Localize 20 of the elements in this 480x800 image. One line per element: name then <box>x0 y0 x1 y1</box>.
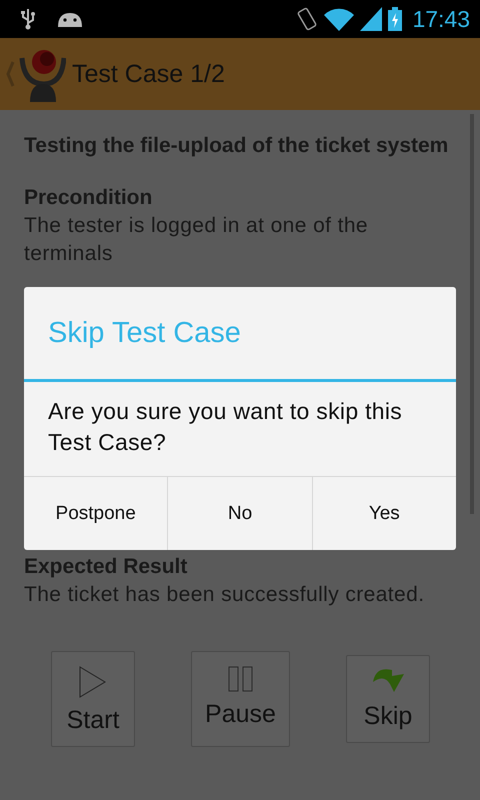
section-heading: Expected Result <box>24 554 188 580</box>
robot-icon <box>56 10 84 28</box>
section-text: The tester is logged in at one of the terminals <box>24 213 370 267</box>
screen-title: Test Case 1/2 <box>72 60 225 88</box>
pause-icon <box>228 666 254 692</box>
usb-icon <box>20 8 36 30</box>
dialog-button[interactable]: Postpone <box>24 477 168 550</box>
play-icon <box>79 666 107 698</box>
vibrate-icon <box>296 6 318 32</box>
status-time: 17:43 <box>412 6 470 32</box>
dialog-button[interactable]: Yes <box>312 477 456 550</box>
signal-icon <box>360 7 382 31</box>
test-case-title: Testing the file-upload of the ticket system <box>24 133 450 159</box>
section-heading: Precondition <box>24 185 154 211</box>
wifi-icon <box>324 7 354 31</box>
dialog-title: Skip Test Case <box>24 287 456 382</box>
dialog-button[interactable]: No <box>167 477 312 550</box>
battery-icon <box>388 7 402 31</box>
section-text: The ticket has been successfully created. <box>24 582 426 608</box>
dialog-message: Are you sure you want to skip this Test Case? <box>47 397 404 457</box>
